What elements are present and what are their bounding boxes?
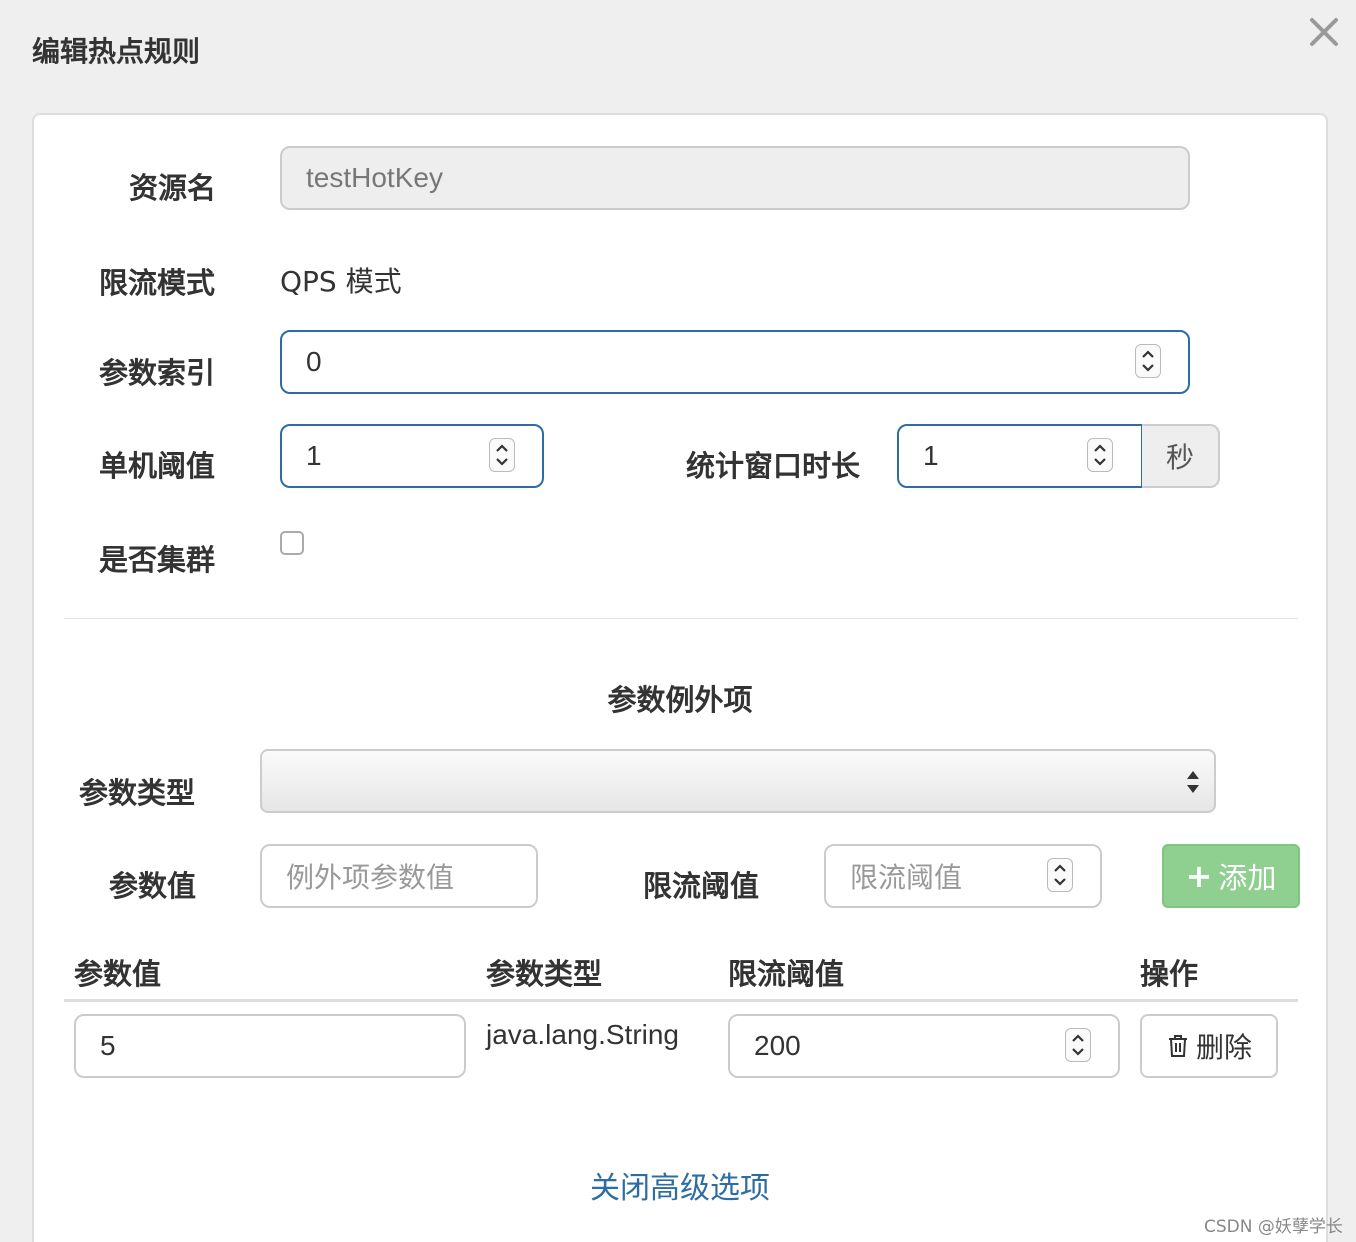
limit-mode-value: QPS 模式: [280, 265, 402, 298]
resource-name-label: 资源名: [129, 171, 217, 205]
row-limit-stepper[interactable]: [1065, 1028, 1091, 1062]
select-caret-icon: [1187, 771, 1199, 793]
param-index-value: 0: [306, 346, 322, 377]
row-param-value-input[interactable]: 5: [74, 1014, 466, 1078]
limit-mode-label: 限流模式: [99, 266, 216, 300]
row-limit-input[interactable]: 200: [728, 1014, 1120, 1078]
param-index-label: 参数索引: [99, 356, 216, 390]
limit-threshold-label: 限流阈值: [643, 869, 760, 903]
section-divider: [64, 618, 1298, 619]
exceptions-section-title: 参数例外项: [607, 683, 753, 717]
column-header-limit: 限流阈值: [728, 957, 845, 991]
param-type-label: 参数类型: [79, 776, 196, 810]
add-button-label: 添加: [1218, 861, 1277, 895]
threshold-label: 单机阈值: [99, 449, 216, 483]
trash-icon: [1168, 1035, 1187, 1057]
delete-row-button[interactable]: 删除: [1140, 1014, 1278, 1078]
toggle-advanced-link[interactable]: 关闭高级选项: [34, 1163, 1326, 1207]
param-index-stepper[interactable]: [1135, 344, 1161, 378]
resource-name-value: testHotKey: [306, 162, 443, 193]
column-header-param-type: 参数类型: [486, 957, 603, 991]
threshold-stepper[interactable]: [489, 438, 515, 472]
column-header-param-value: 参数值: [74, 957, 162, 991]
window-unit-addon: 秒: [1142, 424, 1220, 488]
window-value: 1: [923, 440, 939, 471]
delete-button-label: 删除: [1195, 1031, 1252, 1064]
cluster-checkbox[interactable]: [280, 531, 304, 555]
row-param-type: java.lang.String: [486, 1019, 680, 1050]
param-value-placeholder: 例外项参数值: [286, 861, 455, 894]
column-header-actions: 操作: [1140, 957, 1199, 991]
plus-icon: +: [1185, 857, 1213, 895]
add-exception-button[interactable]: + 添加: [1162, 844, 1300, 908]
table-header-divider: [64, 999, 1298, 1002]
param-value-input[interactable]: 例外项参数值: [260, 844, 538, 908]
param-type-select[interactable]: [260, 749, 1216, 813]
close-icon[interactable]: [1306, 14, 1342, 50]
watermark: CSDN @妖孽学长: [1204, 1217, 1343, 1237]
limit-threshold-placeholder: 限流阈值: [850, 861, 963, 894]
cluster-label: 是否集群: [99, 543, 216, 577]
rule-form-panel: 资源名 testHotKey 限流模式 QPS 模式 参数索引 0 单机阈值 1…: [32, 113, 1328, 1242]
threshold-value: 1: [306, 440, 322, 471]
param-index-input[interactable]: 0: [280, 330, 1190, 394]
row-limit-value: 200: [754, 1030, 801, 1061]
limit-threshold-stepper[interactable]: [1047, 858, 1073, 892]
modal-title: 编辑热点规则: [32, 35, 201, 68]
row-param-value: 5: [100, 1030, 116, 1061]
window-stepper[interactable]: [1087, 438, 1113, 472]
param-value-label: 参数值: [109, 869, 197, 903]
resource-name-input: testHotKey: [280, 146, 1190, 210]
window-label: 统计窗口时长: [686, 449, 861, 483]
